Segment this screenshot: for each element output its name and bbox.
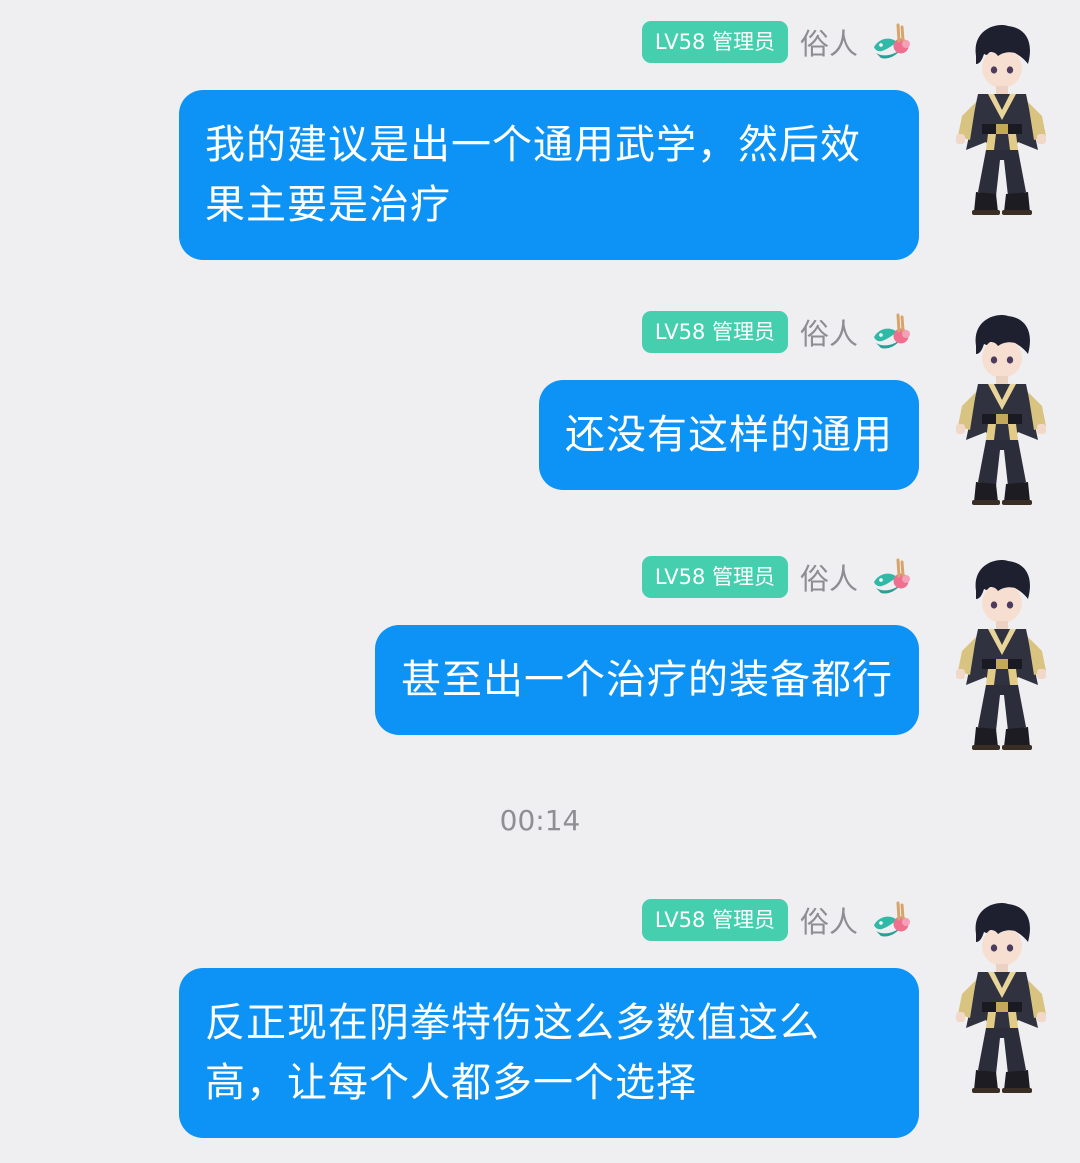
message-header: LV58 管理员 俗人: [641, 555, 912, 599]
message-header: LV58 管理员 俗人: [641, 898, 912, 942]
message-timestamp: 00:14: [499, 804, 581, 837]
sender-name[interactable]: 俗人: [800, 311, 858, 353]
level-badge: LV58 管理员: [641, 556, 788, 598]
message-bubble[interactable]: 我的建议是出一个通用武学，然后效果主要是治疗: [179, 90, 919, 260]
dragon-title-icon: [870, 899, 912, 941]
message-bubble[interactable]: 还没有这样的通用: [539, 380, 919, 490]
avatar[interactable]: [948, 20, 1052, 220]
level-badge: LV58 管理员: [641, 311, 788, 353]
sender-name[interactable]: 俗人: [800, 556, 858, 598]
avatar[interactable]: [948, 898, 1052, 1098]
sender-name[interactable]: 俗人: [800, 899, 858, 941]
chat-panel[interactable]: LV58 管理员 俗人 我的建议是出一个通用武学，然后效果主要是治疗 LV58 …: [0, 0, 1080, 1163]
message-header: LV58 管理员 俗人: [641, 20, 912, 64]
dragon-title-icon: [870, 21, 912, 63]
level-badge: LV58 管理员: [641, 899, 788, 941]
message-bubble[interactable]: 甚至出一个治疗的装备都行: [375, 625, 919, 735]
message-bubble[interactable]: 反正现在阴拳特伤这么多数值这么高，让每个人都多一个选择: [179, 968, 919, 1138]
sender-name[interactable]: 俗人: [800, 21, 858, 63]
avatar[interactable]: [948, 310, 1052, 510]
dragon-title-icon: [870, 556, 912, 598]
message-header: LV58 管理员 俗人: [641, 310, 912, 354]
avatar[interactable]: [948, 555, 1052, 755]
dragon-title-icon: [870, 311, 912, 353]
level-badge: LV58 管理员: [641, 21, 788, 63]
